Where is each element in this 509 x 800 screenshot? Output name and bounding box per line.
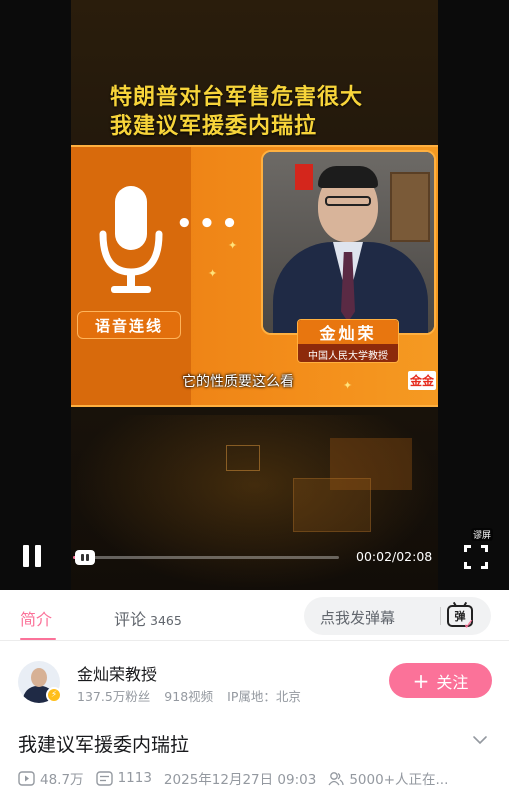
- guest-portrait: [261, 150, 436, 335]
- voice-call-panel: 语音连线 ••• ✦ ✦ ✦ 金灿荣 中国人民大学教授 它的性质要这么看 金金: [71, 145, 438, 407]
- divider: [440, 607, 441, 625]
- fullscreen-icon[interactable]: [464, 545, 488, 569]
- video-player[interactable]: 特朗普对台军售危害很大 我建议军援委内瑞拉 语音连线 ••• ✦ ✦ ✦ 金灿荣…: [0, 0, 509, 590]
- tab-comments-label: 评论: [114, 610, 147, 629]
- banner-line-2: 我建议军援委内瑞拉: [110, 114, 318, 139]
- pause-icon[interactable]: [23, 545, 43, 567]
- publish-date: 2025年12月27日 09:03: [163, 772, 317, 788]
- comments-count: 3465: [150, 613, 182, 628]
- follow-label: 关注: [436, 672, 469, 692]
- sparkle-icon: ✦: [343, 379, 353, 392]
- views-icon: [18, 770, 35, 786]
- plus-icon: +: [412, 668, 430, 693]
- microphone-tile: 语音连线: [71, 147, 191, 405]
- flag-icon: [295, 164, 313, 190]
- danmaku-toggle-icon[interactable]: 弹 ✓: [447, 601, 479, 633]
- playback-time: 00:02/02:08: [356, 549, 433, 564]
- microphone-icon: [99, 186, 163, 293]
- tab-active-indicator: [20, 638, 56, 640]
- tab-intro[interactable]: 简介: [20, 606, 52, 630]
- channel-logo: 金金: [407, 371, 436, 390]
- fans-count: 137.5万粉丝: [77, 689, 151, 704]
- video-meta: 48.7万 1113 2025年12月27日 09:03 5000+人正在...: [18, 767, 502, 789]
- watching-icon: [328, 771, 344, 785]
- danmaku-placeholder: 点我发弹幕: [320, 609, 396, 627]
- ip-location: IP属地：北京: [227, 689, 301, 704]
- danmaku-stat: 1113: [95, 770, 152, 786]
- voice-call-label: 语音连线: [77, 311, 181, 339]
- danmaku-count-icon: [95, 770, 113, 786]
- views-count: 48.7万: [40, 772, 84, 788]
- video-banner: 特朗普对台军售危害很大 我建议军援委内瑞拉: [110, 83, 363, 141]
- connecting-dots: •••: [176, 209, 244, 239]
- video-subtitle: 它的性质要这么看: [182, 374, 294, 390]
- guest-title: 中国人民大学教授: [298, 344, 398, 362]
- background-decoration: [226, 445, 260, 471]
- guest-namecard: 金灿荣 中国人民大学教授: [297, 319, 399, 363]
- videos-count: 918视频: [164, 689, 214, 704]
- background-decoration: [293, 478, 371, 532]
- follow-button[interactable]: + 关注: [389, 663, 492, 698]
- check-icon: ✓: [463, 617, 475, 633]
- guest-name: 金灿荣: [298, 320, 398, 344]
- verified-badge-icon: ⚡: [46, 687, 62, 703]
- chevron-down-icon[interactable]: [472, 732, 488, 748]
- danmaku-count: 1113: [117, 770, 152, 786]
- sparkle-icon: ✦: [228, 239, 238, 252]
- fullscreen-lock-label[interactable]: 谬屏: [471, 528, 494, 541]
- uploader-stats: 137.5万粉丝 918视频 IP属地：北京: [77, 686, 315, 705]
- video-title: 我建议军援委内瑞拉: [18, 734, 190, 756]
- banner-line-1: 特朗普对台军售危害很大: [110, 85, 364, 110]
- uploader-name[interactable]: 金灿荣教授: [77, 661, 157, 685]
- progress-bar[interactable]: [73, 556, 339, 559]
- views-stat: 48.7万: [18, 768, 84, 788]
- watching-stat: 5000+人正在...: [328, 768, 448, 788]
- progress-thumb[interactable]: [75, 550, 95, 565]
- tab-comments[interactable]: 评论 3465: [114, 606, 182, 630]
- sparkle-icon: ✦: [208, 267, 218, 280]
- watching-count: 5000+人正在...: [349, 772, 449, 788]
